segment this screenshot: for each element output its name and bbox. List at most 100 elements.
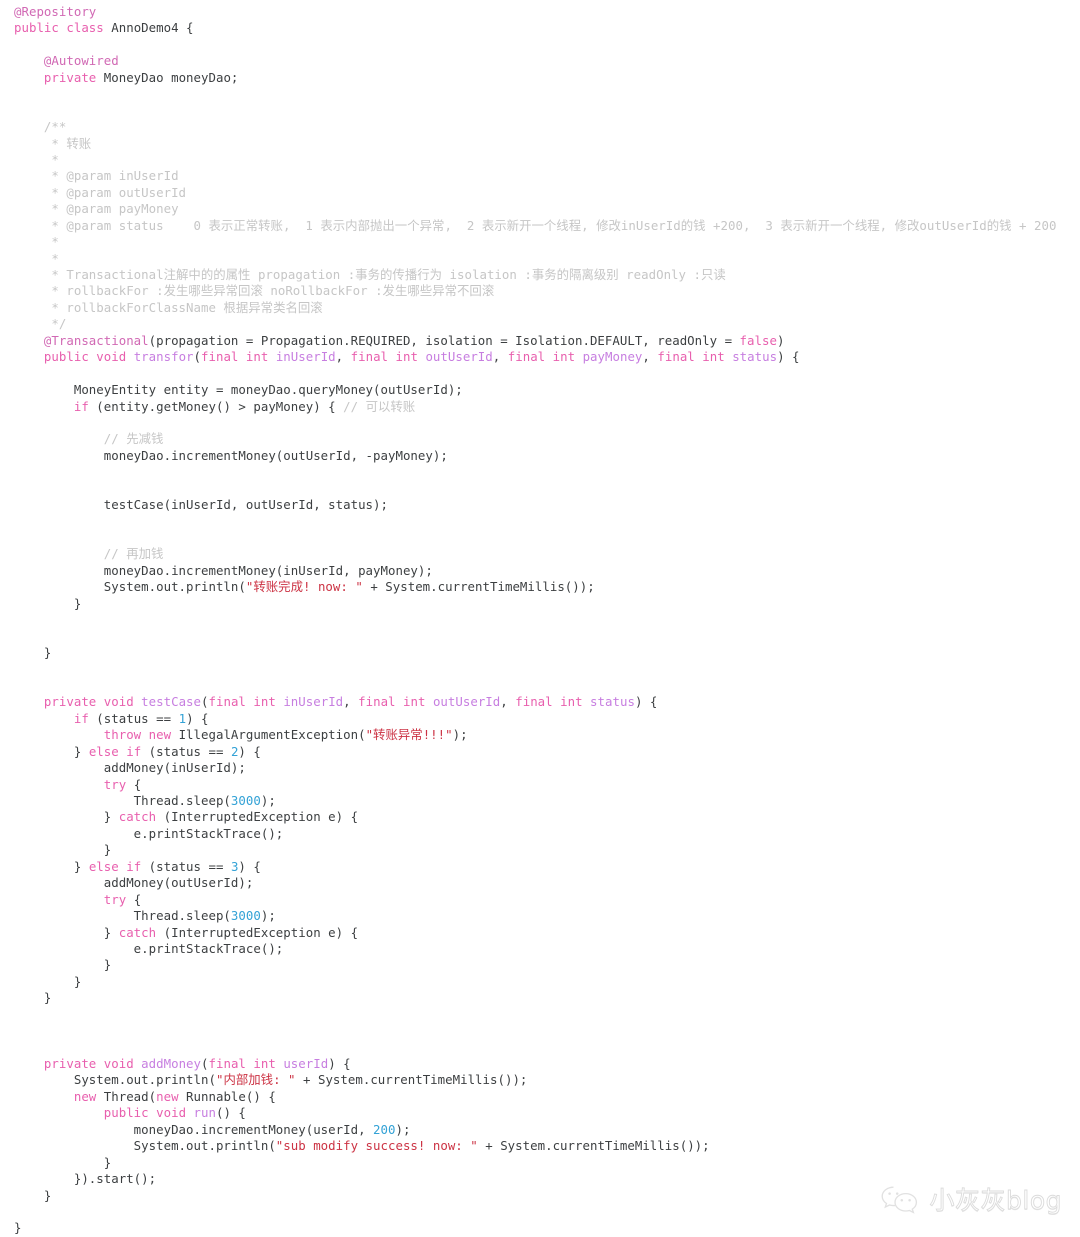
code-line: * @param payMoney <box>0 201 1080 217</box>
code-line: e.printStackTrace(); <box>0 941 1080 957</box>
code-token-plain: { <box>126 776 142 792</box>
code-token-plain: ) { <box>777 349 800 365</box>
code-line: @Repository <box>0 4 1080 20</box>
code-token-comment: /** <box>14 119 67 135</box>
code-token-comment: // 可以转账 <box>343 398 416 414</box>
code-token-keyword: final int <box>515 694 591 710</box>
code-token-plain: Runnable() { <box>186 1088 276 1104</box>
code-token-string: "sub modify success! now: " <box>275 1138 478 1154</box>
code-token-keyword: public void <box>43 349 134 365</box>
code-token-annot: @Transactional <box>43 332 149 348</box>
code-line: throw new IllegalArgumentException("转账异常… <box>0 727 1080 743</box>
code-token-plain: } <box>14 957 112 973</box>
code-line: */ <box>0 316 1080 332</box>
code-token-comment: */ <box>14 316 67 332</box>
code-line: } <box>0 596 1080 612</box>
code-token-plain: ) { <box>238 743 261 759</box>
code-token-keyword: else if <box>88 858 142 874</box>
code-line: addMoney(outUserId); <box>0 875 1080 891</box>
code-token-plain: Thread.sleep( <box>14 793 231 808</box>
code-token-plain: e.printStackTrace(); <box>14 825 284 841</box>
code-token-plain: } <box>14 990 52 1006</box>
code-line: e.printStackTrace(); <box>0 826 1080 842</box>
code-token-plain: ( <box>201 694 209 710</box>
code-token-string: "转账异常!!!" <box>365 727 453 743</box>
code-token-type: AnnoDemo4 { <box>111 20 194 36</box>
code-token-keyword: private void <box>43 1056 142 1071</box>
code-line: * <box>0 152 1080 168</box>
code-line: System.out.println("转账完成! now: " + Syste… <box>0 579 1080 595</box>
code-line: } <box>0 1220 1080 1236</box>
code-token-plain: , <box>335 349 351 365</box>
code-token-plain: ); <box>452 727 468 743</box>
code-token-keyword: else if <box>88 743 142 759</box>
code-line: * @param status 0 表示正常转账, 1 表示内部抛出一个异常, … <box>0 218 1080 234</box>
code-line: public class AnnoDemo4 { <box>0 20 1080 36</box>
code-line: private MoneyDao moneyDao; <box>0 70 1080 86</box>
code-token-plain: } <box>14 842 112 858</box>
code-token-plain: , <box>343 694 359 710</box>
code-token-plain: System.out.println( <box>14 579 246 595</box>
code-line: } <box>0 957 1080 973</box>
code-line: * 转账 <box>0 136 1080 152</box>
code-line: private void addMoney(final int userId) … <box>0 1056 1080 1072</box>
code-token-plain: testCase(inUserId, outUserId, status); <box>14 497 388 513</box>
code-token-plain: ) { <box>186 710 209 726</box>
code-line: moneyDao.incrementMoney(outUserId, -payM… <box>0 448 1080 464</box>
code-line: addMoney(inUserId); <box>0 760 1080 776</box>
code-token-comment: // 再加钱 <box>103 546 164 562</box>
code-token-plain: moneyDao.incrementMoney(inUserId, payMon… <box>14 562 433 578</box>
code-token-plain: , <box>500 694 516 710</box>
code-token-plain: ) { <box>328 1056 351 1071</box>
code-token-plain: () { <box>215 1105 246 1121</box>
code-token-comment: * Transactional注解中的的属性 propagation :事务的传… <box>14 267 726 282</box>
code-line: * Transactional注解中的的属性 propagation :事务的传… <box>0 267 1080 283</box>
code-token-param: outUserId <box>432 694 501 710</box>
code-line: } else if (status == 3) { <box>0 859 1080 875</box>
code-token-comment: * @param inUserId <box>14 168 179 184</box>
code-line: } else if (status == 2) { <box>0 744 1080 760</box>
code-token-plain: MoneyEntity entity = moneyDao.queryMoney… <box>14 382 463 398</box>
code-token-comment: * rollbackForClassName 根据异常类名回滚 <box>14 299 323 315</box>
code-line: MoneyEntity entity = moneyDao.queryMoney… <box>0 382 1080 398</box>
code-token-plain: (status == <box>141 858 231 874</box>
code-line: if (status == 1) { <box>0 711 1080 727</box>
code-token-param: testCase <box>141 694 202 710</box>
code-token-plain: ) <box>776 332 785 348</box>
code-line: System.out.println("sub modify success! … <box>0 1138 1080 1154</box>
code-token-param: run <box>193 1105 216 1121</box>
code-token-plain: { <box>126 891 142 907</box>
code-token-plain: (status == <box>88 710 179 726</box>
code-line: * <box>0 234 1080 250</box>
code-line: moneyDao.incrementMoney(userId, 200); <box>0 1122 1080 1138</box>
code-token-plain: moneyDao.incrementMoney(userId, <box>14 1121 374 1137</box>
code-token-plain: + System.currentTimeMillis()); <box>362 579 595 595</box>
code-line: } <box>0 842 1080 858</box>
code-token-plain: moneyDao.incrementMoney(outUserId, -payM… <box>14 447 448 463</box>
code-line: * @param inUserId <box>0 168 1080 184</box>
code-token-keyword: try <box>103 891 127 907</box>
code-token-annot: @Repository <box>14 4 97 19</box>
code-token-param: transfor <box>133 349 194 365</box>
code-token-plain: }).start(); <box>14 1171 157 1187</box>
code-token-keyword: new <box>156 1088 187 1104</box>
code-token-keyword: false <box>739 332 777 348</box>
code-token-plain: + System.currentTimeMillis()); <box>295 1072 528 1088</box>
code-token-plain: (propagation = Propagation.REQUIRED, iso… <box>148 332 740 348</box>
code-token-comment: * <box>14 151 59 167</box>
code-token-param: userId <box>283 1056 329 1071</box>
code-line: try { <box>0 892 1080 908</box>
code-token-plain: (entity.getMoney() > payMoney) { <box>88 398 344 414</box>
code-line: moneyDao.incrementMoney(inUserId, payMon… <box>0 563 1080 579</box>
